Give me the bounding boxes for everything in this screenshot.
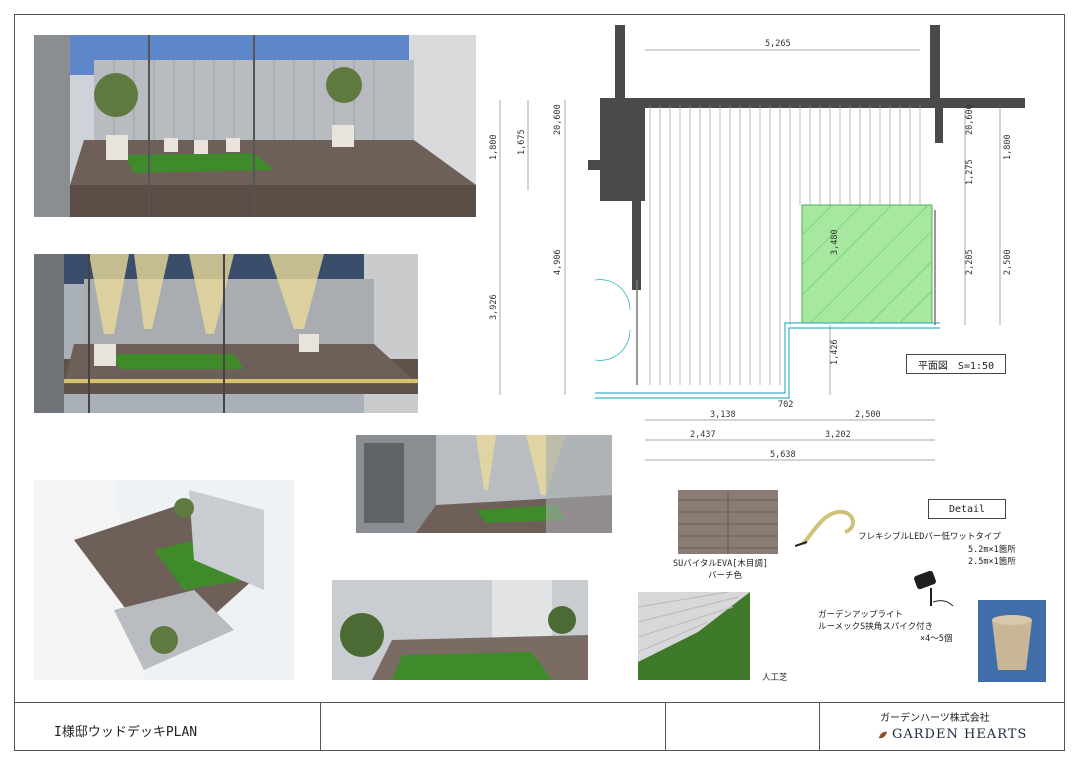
dim-bottom-a2: 2,500 xyxy=(855,410,881,420)
plan-scale-label: 平面図 S=1:50 xyxy=(906,354,1006,374)
dim-bottom-b1: 2,437 xyxy=(690,430,716,440)
dim-left-small: 20,600 xyxy=(553,104,563,135)
wood-caption-2: バーチ色 xyxy=(708,571,743,581)
turf-caption: 人工芝 xyxy=(762,673,788,683)
wood-caption-1: SUバイタルEVA[木目調] xyxy=(673,559,768,569)
turf-photo xyxy=(638,592,750,680)
dim-left-total: 3,926 xyxy=(489,294,499,320)
render-night-view xyxy=(34,254,418,413)
detail-label: Detail xyxy=(928,499,1006,519)
dim-bottom-a1: 3,138 xyxy=(710,410,736,420)
dim-lawn-width: 3,480 xyxy=(830,229,840,255)
light-caption-2: ルーメックS挟角スパイク付き xyxy=(818,622,934,632)
garden-uplight-image xyxy=(905,568,957,610)
render-ground-view xyxy=(332,580,588,680)
dim-left-inner: 1,675 xyxy=(517,129,527,155)
dim-top-width: 5,265 xyxy=(765,39,791,49)
render-day-view xyxy=(34,35,476,217)
brand-name: GARDEN HEARTS xyxy=(892,727,1028,742)
dim-bottom-b2: 3,202 xyxy=(825,430,851,440)
dim-bottom-total: 5,638 xyxy=(770,450,796,460)
dim-right-mid: 1,275 xyxy=(965,159,975,185)
leaf-logo-icon xyxy=(878,731,887,738)
dim-left-outer: 1,800 xyxy=(489,134,499,160)
light-caption-1: ガーデンアップライト xyxy=(818,610,904,620)
dim-right-outer: 1,800 xyxy=(1003,134,1013,160)
company-name: ガーデンハーツ株式会社 xyxy=(880,713,990,724)
wood-sample xyxy=(678,490,778,554)
dim-left-deck: 4,906 xyxy=(553,249,563,275)
dim-right-small: 20,600 xyxy=(965,104,975,135)
drawing-title: I様邸ウッドデッキPLAN xyxy=(54,725,198,740)
brand-logo: GARDEN HEARTS xyxy=(878,727,1027,742)
light-caption-3: ×4～5個 xyxy=(920,634,953,644)
dim-lawn-height: 2,205 xyxy=(965,249,975,275)
dim-bottom-step: 702 xyxy=(778,400,793,410)
dim-lower-mid: 1,426 xyxy=(830,339,840,365)
led-caption-3: 2.5m×1箇所 xyxy=(968,557,1016,567)
dim-right-lower: 2,500 xyxy=(1003,249,1013,275)
led-caption-1: フレキシブルLEDバー低ワットタイプ xyxy=(858,532,1001,542)
led-bar-image xyxy=(795,500,865,550)
planter-photo xyxy=(978,600,1046,682)
floor-plan: 5,265 1,800 1,675 20,600 20,600 1,800 1,… xyxy=(480,20,1040,480)
render-aerial-view xyxy=(34,480,294,680)
led-caption-2: 5.2m×1箇所 xyxy=(968,545,1016,555)
